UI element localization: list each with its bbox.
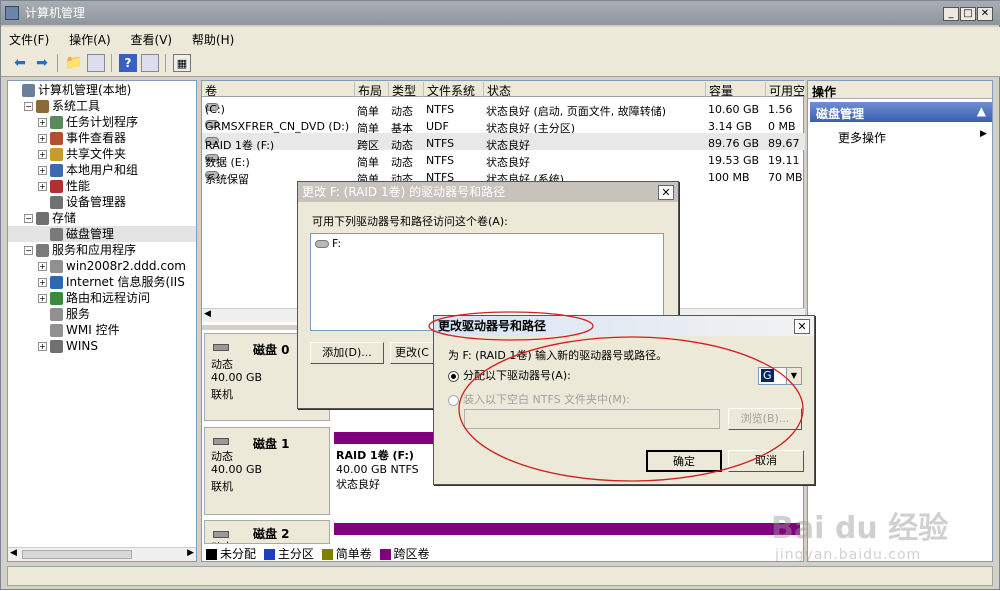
title-annotation-ellipse	[428, 311, 594, 341]
watermark-brand: Bai du 经验	[771, 511, 949, 546]
options-annotation-ellipse	[458, 336, 804, 482]
baidu-watermark: Bai du 经验 jingyan.baidu.com	[753, 489, 953, 579]
computer-management-window: 计算机管理 _ □ ✕ 文件(F) 操作(A) 查看(V) 帮助(H) ⬅ ➡ …	[0, 0, 1000, 590]
watermark-url: jingyan.baidu.com	[775, 547, 922, 563]
